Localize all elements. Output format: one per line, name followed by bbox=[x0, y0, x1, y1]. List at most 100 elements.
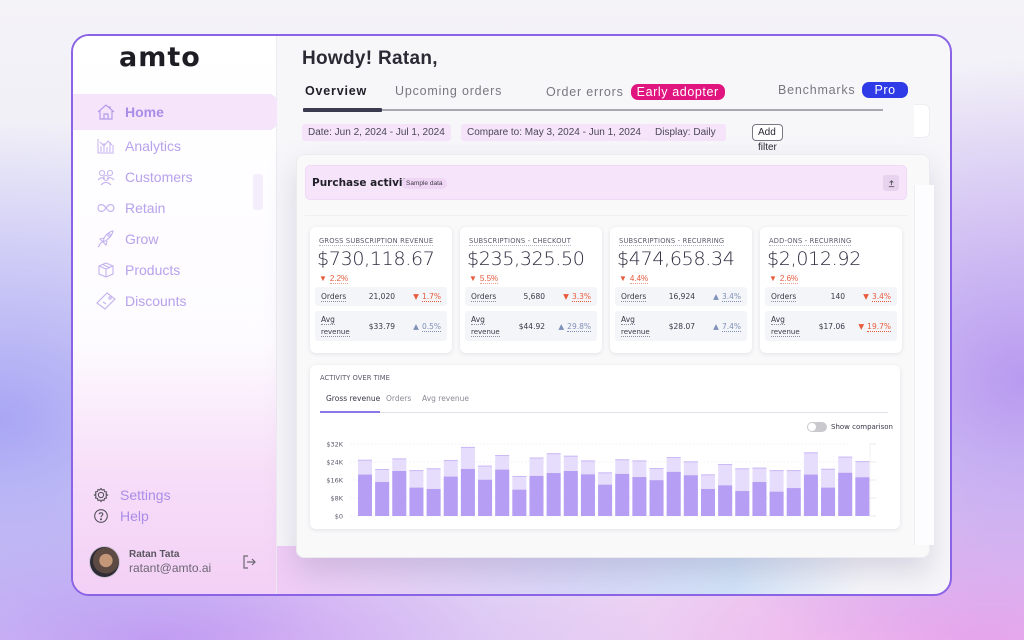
up-arrow-icon: ▲ bbox=[713, 322, 719, 331]
metric-value: $474,658.34 bbox=[617, 248, 735, 270]
help-label: Help bbox=[120, 507, 149, 524]
sidebar-item-products[interactable]: Products bbox=[73, 254, 277, 285]
metric-card[interactable]: GROSS SUBSCRIPTION REVENUE $730,118.67 ▼… bbox=[310, 227, 452, 353]
settings-link[interactable]: Settings bbox=[93, 484, 171, 505]
change-pct: 3.4% bbox=[871, 292, 891, 302]
avg-value: $33.79 bbox=[368, 322, 395, 331]
avg-change: ▲ 29.8% bbox=[558, 322, 591, 332]
metric-change: ▼ 4.4% bbox=[619, 274, 649, 284]
page-title: Howdy! Ratan, bbox=[302, 48, 438, 69]
bar-base bbox=[735, 491, 750, 516]
bar-base bbox=[821, 487, 836, 516]
user-info: Ratan Tata ratant@amto.ai bbox=[129, 549, 211, 575]
section-title: Purchase activity bbox=[312, 177, 415, 189]
orders-row: Orders 16,924 ▲ 3.4% bbox=[615, 287, 747, 306]
down-arrow-icon: ▼ bbox=[413, 292, 419, 301]
metric-change: ▼ 2.2% bbox=[319, 274, 349, 284]
tab-label: Benchmarks bbox=[778, 83, 856, 97]
change-pct: 19.7% bbox=[867, 322, 891, 332]
metric-label: ADD-ONS - RECURRING bbox=[769, 237, 852, 246]
change-pct: 7.4% bbox=[721, 322, 741, 332]
app-window: amto Home Analytics Customers Retain Gro… bbox=[71, 34, 952, 596]
tab-benchmarks[interactable]: Benchmarks Pro bbox=[778, 82, 908, 98]
orders-change: ▼ 1.7% bbox=[413, 292, 441, 302]
change-pct: 3.3% bbox=[571, 292, 591, 302]
avg-value: $17.06 bbox=[818, 322, 845, 331]
orders-value: 140 bbox=[830, 292, 845, 301]
bar-base bbox=[443, 476, 458, 516]
sidebar-nav: Home Analytics Customers Retain Grow Pro… bbox=[73, 94, 277, 316]
orders-change: ▼ 3.4% bbox=[863, 292, 891, 302]
change-pct: 4.4% bbox=[629, 274, 649, 284]
bar-base bbox=[546, 473, 561, 516]
tab-order-errors[interactable]: Order errors Early adopter bbox=[546, 84, 725, 100]
sidebar-item-label: Retain bbox=[125, 199, 166, 216]
tab-overview[interactable]: Overview bbox=[305, 84, 367, 98]
sidebar-item-discounts[interactable]: Discounts bbox=[73, 285, 277, 316]
y-tick-label: $24K bbox=[326, 459, 343, 467]
bar-base bbox=[615, 473, 630, 516]
revenue-bar-chart: $0 $8K $16K $24K $32K bbox=[326, 441, 876, 521]
add-filter-button[interactable]: Add filter bbox=[752, 124, 783, 153]
sidebar-item-retain[interactable]: Retain bbox=[73, 192, 277, 223]
orders-label: Orders bbox=[771, 292, 797, 302]
collapsed-panel-edge bbox=[914, 104, 930, 138]
bar-base bbox=[649, 480, 664, 516]
logo: amto bbox=[119, 42, 201, 73]
purchase-activity-header: Purchase activity Sample data bbox=[305, 165, 907, 200]
logout-icon[interactable] bbox=[241, 554, 257, 570]
bar-base bbox=[632, 477, 647, 516]
bar-base bbox=[855, 477, 870, 516]
tab-track bbox=[303, 109, 883, 111]
orders-value: 21,020 bbox=[368, 292, 395, 301]
analytics-icon bbox=[95, 136, 117, 156]
metric-card[interactable]: SUBSCRIPTIONS - CHECKOUT $235,325.50 ▼ 5.… bbox=[460, 227, 602, 353]
export-button[interactable] bbox=[883, 175, 899, 191]
sidebar-item-grow[interactable]: Grow bbox=[73, 223, 277, 254]
bar-base bbox=[769, 491, 784, 516]
infinity-icon bbox=[95, 198, 117, 218]
avg-revenue-row: Avg revenue $28.07 ▲ 7.4% bbox=[615, 311, 747, 341]
bar-base bbox=[495, 469, 510, 516]
avg-label: Avg bbox=[771, 315, 785, 325]
bar-base bbox=[460, 468, 475, 516]
bar-base bbox=[529, 475, 544, 516]
orders-row: Orders 140 ▼ 3.4% bbox=[765, 287, 897, 306]
user-name: Ratan Tata bbox=[129, 549, 180, 560]
bar-base bbox=[358, 474, 372, 516]
orders-row: Orders 21,020 ▼ 1.7% bbox=[315, 287, 447, 306]
avg-change: ▼ 19.7% bbox=[858, 322, 891, 332]
main-content: Howdy! Ratan, Overview Upcoming orders O… bbox=[278, 36, 950, 594]
y-tick-label: $8K bbox=[330, 495, 343, 503]
avg-label-2: revenue bbox=[621, 328, 650, 337]
sidebar-scrollbar[interactable] bbox=[253, 174, 263, 210]
down-arrow-icon: ▼ bbox=[619, 274, 627, 283]
display-filter-chip[interactable]: Display: Daily bbox=[645, 124, 726, 141]
metric-card[interactable]: ADD-ONS - RECURRING $2,012.92 ▼ 2.6% Orde… bbox=[760, 227, 902, 353]
sidebar-item-label: Products bbox=[125, 261, 181, 278]
sidebar-item-home[interactable]: Home bbox=[73, 94, 277, 130]
help-link[interactable]: Help bbox=[93, 505, 171, 526]
help-icon bbox=[94, 508, 108, 523]
compare-filter-chip[interactable]: Compare to: May 3, 2024 - Jun 1, 2024 bbox=[461, 124, 647, 141]
up-arrow-icon: ▲ bbox=[713, 292, 719, 301]
avg-revenue-row: Avg revenue $17.06 ▼ 19.7% bbox=[765, 311, 897, 341]
tab-bar: Overview Upcoming orders Order errors Ear… bbox=[303, 82, 908, 112]
sidebar-item-customers[interactable]: Customers bbox=[73, 161, 277, 192]
bar-base bbox=[392, 471, 407, 516]
date-filter-chip[interactable]: Date: Jun 2, 2024 - Jul 1, 2024 bbox=[302, 124, 451, 141]
sidebar-item-analytics[interactable]: Analytics bbox=[73, 130, 277, 161]
y-tick-label: $32K bbox=[326, 441, 343, 449]
orders-change: ▲ 3.4% bbox=[713, 292, 741, 302]
avg-revenue-row: Avg revenue $33.79 ▲ 0.5% bbox=[315, 311, 447, 341]
metric-label: SUBSCRIPTIONS - RECURRING bbox=[619, 237, 725, 246]
bar-base bbox=[409, 487, 424, 516]
avg-label: Avg bbox=[321, 315, 335, 325]
tab-upcoming-orders[interactable]: Upcoming orders bbox=[395, 84, 502, 98]
home-icon bbox=[95, 102, 117, 122]
metric-value: $235,325.50 bbox=[467, 248, 585, 270]
avg-change: ▲ 7.4% bbox=[713, 322, 741, 332]
metric-card[interactable]: SUBSCRIPTIONS - RECURRING $474,658.34 ▼ 4… bbox=[610, 227, 752, 353]
user-profile[interactable]: Ratan Tata ratant@amto.ai bbox=[89, 544, 269, 580]
sidebar-item-label: Analytics bbox=[125, 137, 182, 154]
